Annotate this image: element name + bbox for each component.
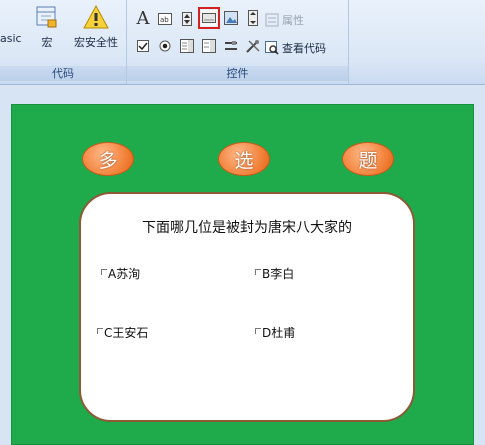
- slide-workspace: 多 选 题 下面哪几位是被封为唐宋八大家的 A苏洵 B李白 C王安石 D杜甫: [0, 85, 485, 445]
- option-b[interactable]: B李白: [255, 265, 294, 282]
- question-card: 下面哪几位是被封为唐宋八大家的 A苏洵 B李白 C王安石 D杜甫: [79, 192, 415, 422]
- question-text: 下面哪几位是被封为唐宋八大家的: [142, 220, 352, 236]
- checkbox-icon[interactable]: [97, 328, 103, 334]
- macro-button[interactable]: 宏: [32, 4, 62, 50]
- option-d-label: D杜甫: [262, 326, 296, 340]
- title-bubble-1: 多: [82, 142, 134, 176]
- view-code-label: 查看代码: [282, 42, 326, 55]
- svg-text:ab: ab: [160, 16, 169, 24]
- listbox-control-icon[interactable]: [201, 38, 217, 54]
- option-b-label: B李白: [262, 267, 295, 281]
- ribbon: Basic 宏 宏安全性 代码 A ab: [0, 0, 485, 85]
- slide-canvas[interactable]: 多 选 题 下面哪几位是被封为唐宋八大家的 A苏洵 B李白 C王安石 D杜甫: [11, 104, 474, 445]
- textbox-control-icon[interactable]: ab: [157, 11, 173, 27]
- controls-group-label: 控件: [127, 66, 348, 81]
- command-button-icon[interactable]: [198, 7, 220, 29]
- more-controls-icon[interactable]: [245, 38, 261, 54]
- properties-button[interactable]: 属性: [265, 12, 304, 28]
- macro-label: 宏: [41, 36, 53, 49]
- scrollbar-control-icon[interactable]: [245, 10, 261, 26]
- title-bubble-2: 选: [218, 142, 270, 176]
- checkbox-icon[interactable]: [255, 269, 261, 275]
- visual-basic-button[interactable]: Basic: [0, 4, 28, 45]
- option-d[interactable]: D杜甫: [255, 324, 295, 341]
- macro-security-button[interactable]: 宏安全性: [68, 4, 124, 50]
- checkbox-icon[interactable]: [101, 269, 107, 275]
- option-c-label: C王安石: [104, 326, 149, 340]
- option-a[interactable]: A苏洵: [101, 265, 140, 282]
- checkbox-icon[interactable]: [255, 328, 261, 334]
- option-c[interactable]: C王安石: [97, 324, 148, 341]
- title-bubble-3: 题: [342, 142, 394, 176]
- code-group: Basic 宏 宏安全性 代码: [0, 0, 127, 84]
- view-code-button[interactable]: 查看代码: [265, 40, 326, 56]
- checkbox-control-icon[interactable]: [135, 38, 151, 54]
- toggle-button-icon[interactable]: [223, 38, 239, 54]
- visual-basic-label: Basic: [0, 32, 22, 45]
- properties-label: 属性: [282, 14, 304, 27]
- image-control-icon[interactable]: [223, 10, 239, 26]
- code-group-label: 代码: [0, 66, 126, 81]
- macro-icon: [36, 6, 57, 28]
- controls-group: A ab 属性 查看代码 控件: [127, 0, 349, 84]
- option-button-icon[interactable]: [157, 38, 173, 54]
- properties-icon: [265, 13, 279, 27]
- visual-basic-icon: [0, 4, 17, 28]
- option-a-label: A苏洵: [108, 267, 141, 281]
- spin-button-icon[interactable]: [179, 11, 195, 27]
- view-code-icon: [265, 41, 279, 55]
- warning-icon: [83, 4, 109, 29]
- label-control-icon[interactable]: A: [135, 8, 151, 29]
- combobox-control-icon[interactable]: [179, 38, 195, 54]
- macro-security-label: 宏安全性: [74, 36, 118, 49]
